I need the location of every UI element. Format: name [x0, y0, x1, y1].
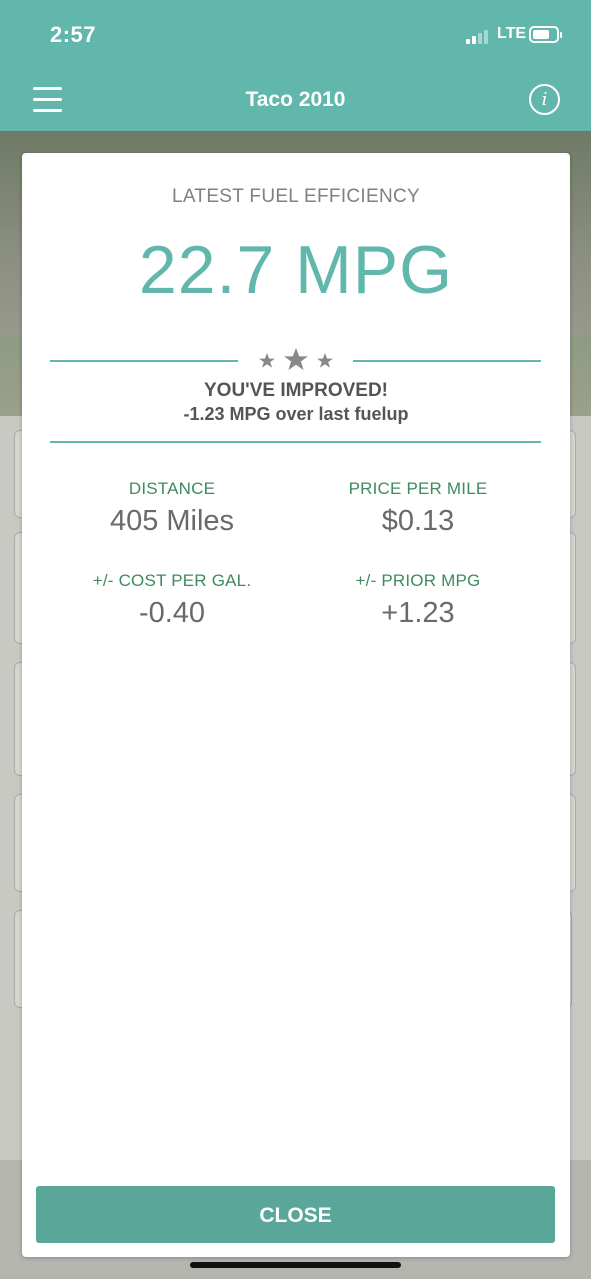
network-type: LTE [497, 25, 527, 42]
stat-value: 405 Miles [109, 505, 235, 537]
app-header: 2:57 LTE Taco 2010 i [0, 0, 591, 131]
stat-label: DISTANCE [128, 479, 216, 498]
close-button[interactable]: CLOSE [36, 1186, 555, 1243]
battery-icon [529, 26, 562, 43]
page-title: Taco 2010 [245, 88, 346, 111]
stat-distance: DISTANCE 405 Miles [57, 479, 287, 538]
stat-label: PRICE PER MILE [348, 479, 488, 498]
stat-value: -0.40 [138, 597, 206, 629]
stat-cost-per-gal: +/- COST PER GAL. -0.40 [57, 571, 287, 630]
stat-label: +/- COST PER GAL. [92, 571, 252, 590]
mpg-value: 22.7 MPG [138, 232, 454, 308]
three-stars-icon [259, 348, 333, 370]
home-indicator[interactable] [190, 1262, 401, 1268]
stat-label: +/- PRIOR MPG [355, 571, 481, 590]
stat-prior-mpg: +/- PRIOR MPG +1.23 [303, 571, 533, 630]
improvement-title: YOU'VE IMPROVED! [204, 380, 388, 401]
divider-full [50, 441, 541, 443]
divider-left [50, 360, 238, 362]
stat-price-per-mile: PRICE PER MILE $0.13 [303, 479, 533, 538]
info-circle-icon[interactable]: i [529, 84, 560, 115]
cellular-signal-icon [466, 28, 488, 44]
fuel-efficiency-modal: LATEST FUEL EFFICIENCY 22.7 MPG YOU'VE I… [22, 153, 570, 1257]
modal-heading: LATEST FUEL EFFICIENCY [171, 186, 420, 207]
divider-right [353, 360, 541, 362]
stat-value: +1.23 [381, 597, 455, 629]
status-time: 2:57 [50, 22, 97, 47]
improvement-subtitle: -1.23 MPG over last fuelup [183, 404, 409, 424]
stat-value: $0.13 [381, 505, 455, 537]
